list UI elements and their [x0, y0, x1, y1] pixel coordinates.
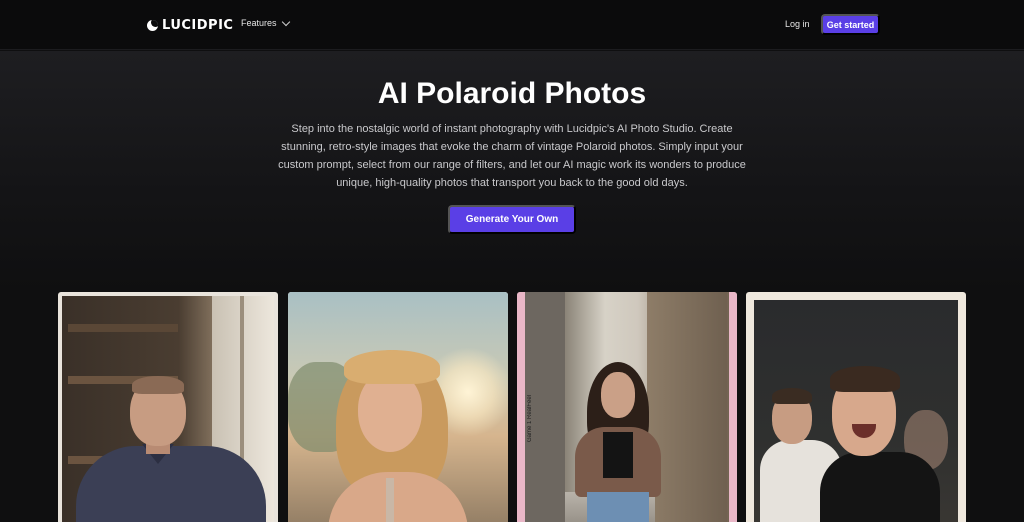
login-link[interactable]: Log in [785, 19, 810, 29]
polaroid-photo-woman-street: Game 1 RealFeel [517, 292, 737, 522]
polaroid-photo-woman-sunset [288, 292, 508, 522]
features-menu[interactable]: Features [241, 17, 290, 28]
logo-icon [147, 19, 158, 31]
logo[interactable]: LUCIDPIC [147, 17, 233, 33]
generate-your-own-button[interactable]: Generate Your Own [448, 205, 576, 234]
polaroid-photo-man-indoor [58, 292, 278, 522]
top-navbar: LUCIDPIC Features Log in Get started [0, 0, 1024, 50]
get-started-button[interactable]: Get started [821, 14, 880, 35]
page-title: AI Polaroid Photos [377, 77, 647, 110]
hero-description: Step into the nostalgic world of instant… [278, 123, 746, 189]
logo-text: LUCIDPIC [162, 17, 234, 33]
polaroid-photo-friends-party [746, 292, 966, 522]
chevron-down-icon [281, 17, 290, 26]
features-menu-label: Features [241, 18, 277, 28]
film-edge-text: Game 1 RealFeel [527, 394, 533, 442]
